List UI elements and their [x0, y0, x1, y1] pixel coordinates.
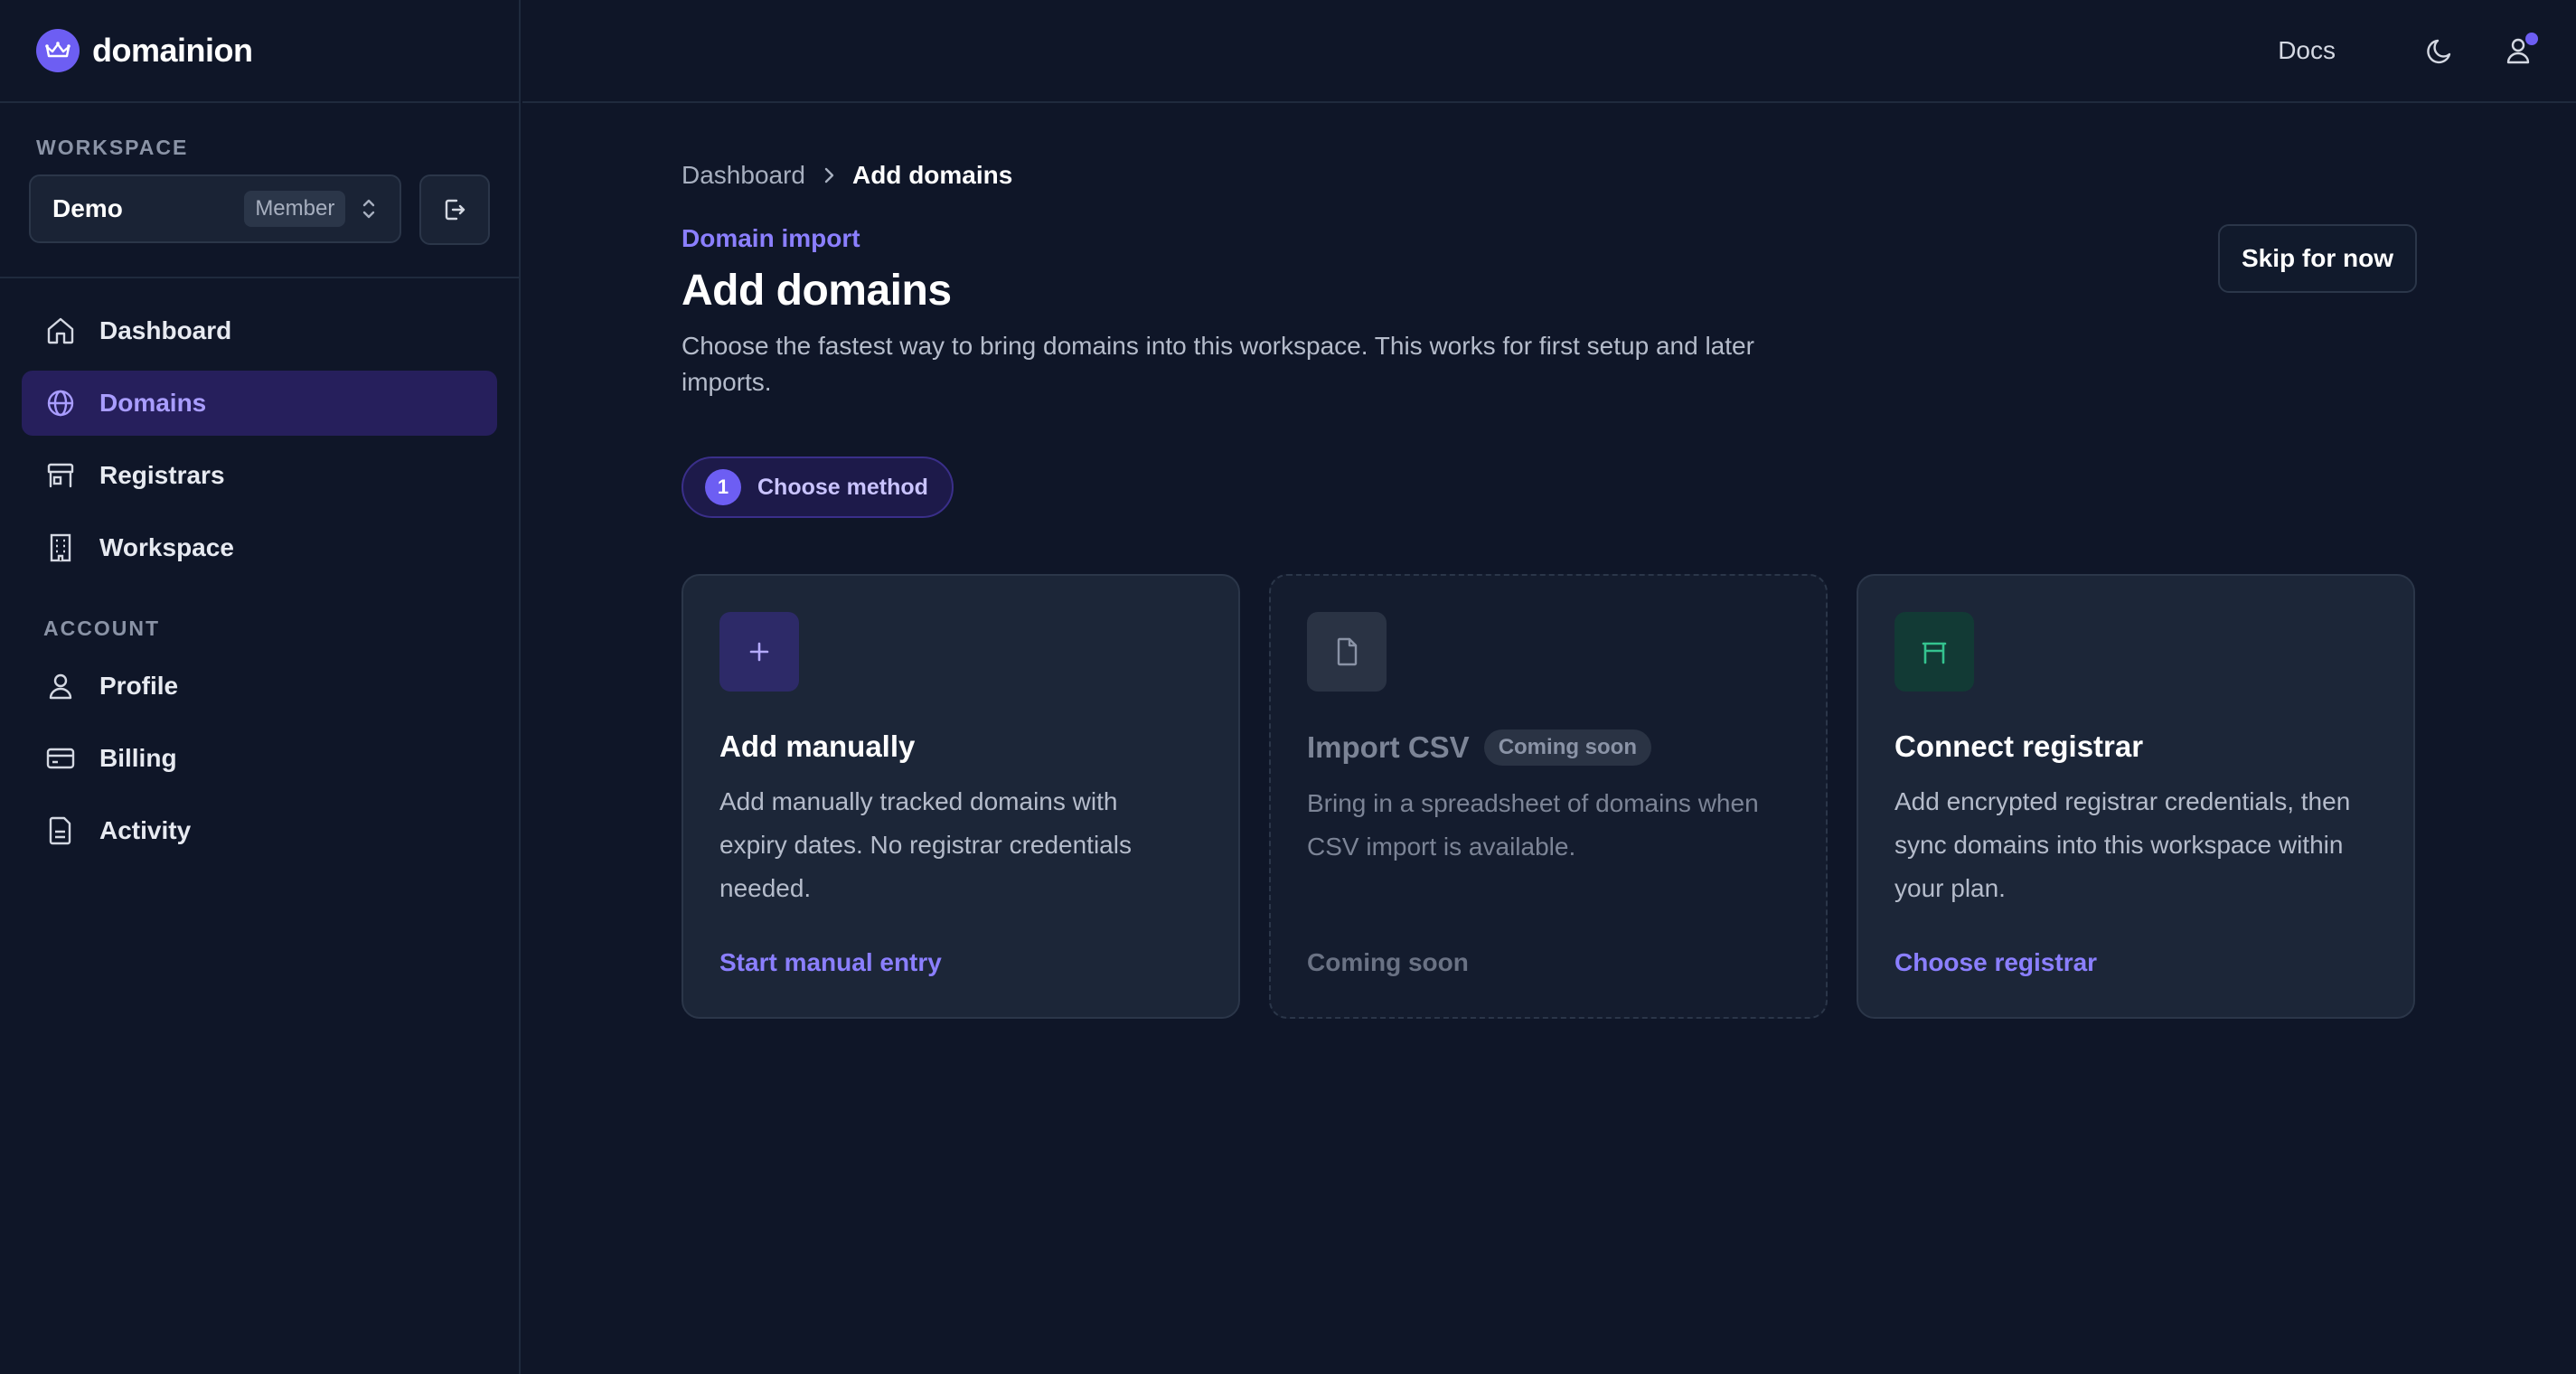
- step-indicator: 1 Choose method: [682, 456, 954, 518]
- workspace-section: WORKSPACE Demo Member: [0, 103, 519, 278]
- registrar-icon: [1894, 612, 1974, 692]
- sidebar-item-dashboard[interactable]: Dashboard: [22, 298, 497, 363]
- breadcrumb-dashboard[interactable]: Dashboard: [682, 161, 805, 190]
- registrar-icon: [43, 458, 78, 493]
- choose-registrar-link[interactable]: Choose registrar: [1894, 948, 2097, 977]
- coming-soon-label: Coming soon: [1307, 948, 1469, 976]
- card-title-row: Add manually: [719, 729, 1202, 764]
- step-label: Choose method: [757, 474, 928, 500]
- app-root: domainion WORKSPACE Demo Member Dashboar…: [0, 0, 2576, 1374]
- sidebar-item-registrars[interactable]: Registrars: [22, 443, 497, 508]
- workspace-switcher[interactable]: Demo Member: [29, 174, 402, 243]
- chevron-right-icon: [824, 167, 834, 184]
- brand-name: domainion: [92, 32, 253, 69]
- step-number: 1: [705, 469, 741, 505]
- card-connect-registrar[interactable]: Connect registrar Add encrypted registra…: [1857, 574, 2415, 1019]
- moon-icon: [2427, 39, 2451, 64]
- chevron-up-down-icon: [363, 199, 375, 219]
- sidebar-item-billing[interactable]: Billing: [22, 726, 497, 791]
- skip-for-now-button[interactable]: Skip for now: [2218, 224, 2417, 293]
- card-title-row: Import CSV Coming soon: [1307, 729, 1790, 766]
- credit-card-icon: [43, 741, 78, 776]
- page-description: Choose the fastest way to bring domains …: [682, 332, 1754, 396]
- page-header: Domain import Add domains Choose the fas…: [682, 224, 2417, 400]
- sidebar-item-label: Registrars: [99, 461, 225, 489]
- sidebar-item-workspace[interactable]: Workspace: [22, 515, 497, 580]
- card-title: Add manually: [719, 729, 916, 763]
- card-import-csv: Import CSV Coming soon Bring in a spread…: [1269, 574, 1828, 1019]
- sidebar-nav: Dashboard Domains Registrars Workspace A…: [0, 278, 519, 863]
- card-title-row: Connect registrar: [1894, 729, 2377, 764]
- coming-soon-badge: Coming soon: [1483, 729, 1652, 766]
- globe-icon: [43, 386, 78, 420]
- start-manual-entry-link[interactable]: Start manual entry: [719, 948, 942, 977]
- user-icon: [43, 669, 78, 703]
- account-section-label: ACCOUNT: [43, 616, 160, 640]
- card-title: Connect registrar: [1894, 729, 2144, 763]
- workspace-name: Demo: [52, 194, 123, 222]
- crown-logo-icon: [36, 29, 80, 72]
- plus-icon: [719, 612, 799, 692]
- sidebar-item-label: Activity: [99, 816, 192, 844]
- home-icon: [43, 314, 78, 348]
- card-title: Import CSV: [1307, 730, 1470, 764]
- card-description: Add encrypted registrar credentials, the…: [1894, 787, 2351, 902]
- card-description: Bring in a spreadsheet of domains when C…: [1307, 789, 1759, 861]
- leave-workspace-button[interactable]: [419, 174, 490, 245]
- workspace-role-badge: Member: [244, 191, 346, 227]
- sidebar-item-domains[interactable]: Domains: [22, 371, 497, 436]
- theme-toggle-button[interactable]: [2421, 31, 2460, 71]
- import-method-cards: Add manually Add manually tracked domain…: [682, 574, 2417, 1019]
- logout-icon: [445, 199, 465, 221]
- sidebar-item-profile[interactable]: Profile: [22, 654, 497, 719]
- user-menu-button[interactable]: [2500, 31, 2540, 71]
- brand[interactable]: domainion: [0, 0, 519, 103]
- sidebar-item-label: Domains: [99, 389, 207, 417]
- sidebar: domainion WORKSPACE Demo Member Dashboar…: [0, 0, 521, 1374]
- workspace-row: Demo Member: [29, 174, 490, 245]
- sidebar-item-activity[interactable]: Activity: [22, 798, 497, 863]
- card-add-manually[interactable]: Add manually Add manually tracked domain…: [682, 574, 1240, 1019]
- breadcrumb-current: Add domains: [851, 161, 1013, 189]
- sidebar-item-label: Dashboard: [99, 316, 232, 344]
- document-icon: [43, 814, 78, 848]
- sidebar-item-label: Workspace: [99, 533, 234, 561]
- building-icon: [43, 531, 78, 565]
- top-bar: Docs: [522, 0, 2576, 103]
- main-content: Dashboard Add domains Domain import Add …: [682, 161, 2417, 1019]
- card-description: Add manually tracked domains with expiry…: [719, 787, 1132, 902]
- breadcrumb: Dashboard Add domains: [682, 161, 2417, 190]
- sidebar-item-label: Billing: [99, 744, 177, 772]
- workspace-label: WORKSPACE: [36, 136, 189, 159]
- docs-link[interactable]: Docs: [2278, 36, 2336, 65]
- page-title: Add domains: [682, 267, 952, 315]
- notification-dot: [2525, 33, 2538, 45]
- file-icon: [1307, 612, 1387, 692]
- page-eyebrow: Domain import: [682, 224, 860, 252]
- sidebar-item-label: Profile: [99, 672, 179, 700]
